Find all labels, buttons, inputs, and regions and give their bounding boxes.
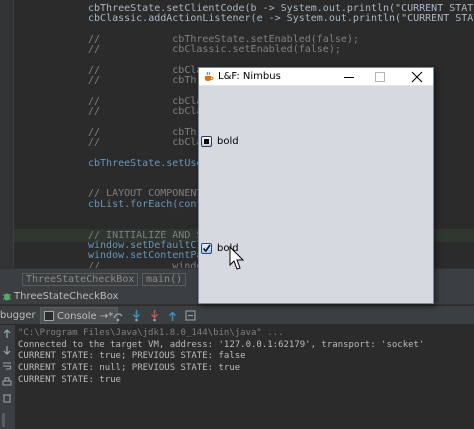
code-line[interactable]: // cbClassic.setEnabled(false); [88,44,341,56]
run-to-cursor-icon[interactable] [184,309,197,322]
console-line: CURRENT STATE: true; PREVIOUS STATE: fal… [18,351,246,362]
checkbox-label[interactable]: bold [217,135,239,149]
code-line[interactable]: cbThreeState.setUse [88,158,202,170]
debug-icon [3,293,11,301]
console-scrollbar[interactable] [2,413,5,427]
step-over-icon[interactable] [112,309,125,322]
step-out-icon[interactable] [166,309,179,322]
window-titlebar[interactable]: L&F: Nimbus [199,68,433,86]
clear-all-icon[interactable] [2,393,12,403]
code-line[interactable]: // cbClas [88,137,208,149]
code-line[interactable]: cbClassic.addActionListener(e -> System.… [88,13,474,25]
console-tab[interactable]: Console →* [40,307,119,324]
soft-wrap-icon[interactable] [2,361,12,371]
console-line: CURRENT STATE: null; PREVIOUS STATE: tru… [18,363,241,374]
window-title: L&F: Nimbus [218,71,281,82]
console-side-toolbar [0,325,14,429]
java-cup-icon [205,71,214,81]
down-arrow-icon[interactable] [2,345,12,355]
close-icon[interactable] [403,68,431,86]
breadcrumb-class[interactable]: ThreeStateCheckBox [22,273,139,286]
code-line[interactable]: // cbClas [88,106,208,118]
force-step-into-icon[interactable] [148,309,161,322]
minimize-icon[interactable] [335,68,363,86]
console-icon [44,311,54,321]
debug-session-title[interactable]: ThreeStateCheckBox [14,288,118,305]
print-icon[interactable] [2,377,12,387]
code-line[interactable]: // cbThre [88,75,208,87]
checkbox-indeterminate[interactable] [201,136,212,147]
debugger-tab[interactable]: bugger [0,309,36,323]
console-output[interactable]: "C:\Program Files\Java\jdk1.8.0_144\bin\… [14,325,474,429]
step-into-icon[interactable] [130,309,143,322]
mouse-pointer-icon [229,246,245,270]
check-mark-icon [202,244,211,253]
debug-toolbar: bugger Console →* [0,306,474,325]
code-line[interactable]: cbList.forEach(conte [88,199,208,211]
console-line: "C:\Program Files\Java\jdk1.8.0_144\bin\… [18,328,284,338]
console-line: CURRENT STATE: true [18,374,121,385]
maximize-icon[interactable] [366,68,394,86]
editor-gutter[interactable] [0,0,14,268]
checkbox-checked[interactable] [201,243,212,254]
up-arrow-icon[interactable] [2,329,12,339]
indeterminate-mark [204,139,209,144]
code-line[interactable]: // window [88,261,208,269]
console-line: Connected to the target VM, address: '12… [18,339,425,350]
breadcrumb-method[interactable]: main() [142,273,187,286]
console-tab-label: Console →* [57,311,114,322]
